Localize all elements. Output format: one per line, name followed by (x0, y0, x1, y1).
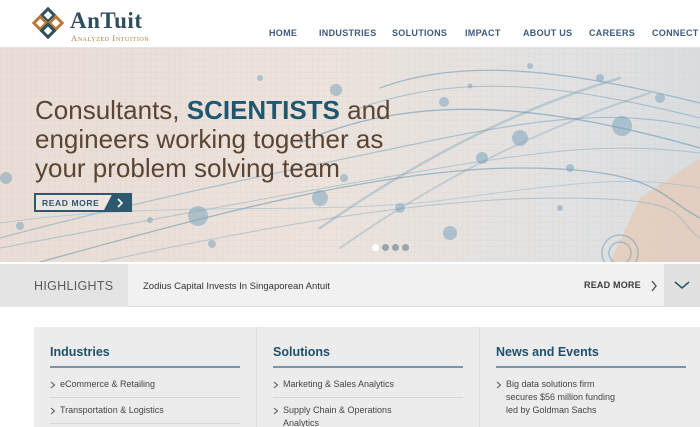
hero-headline: Consultants, SCIENTISTS and engineers wo… (35, 96, 455, 183)
solutions-item[interactable]: Marketing & Sales Analytics (273, 378, 463, 391)
hero-line-3: your problem solving team (35, 153, 340, 183)
nav-careers[interactable]: CAREERS (589, 28, 635, 38)
hero-accent-word: SCIENTISTS (186, 95, 340, 125)
news-item[interactable]: Big data solutions firm secures $56 mill… (496, 378, 686, 417)
solutions-column: Solutions Marketing & Sales Analytics Su… (257, 327, 479, 427)
news-rule (496, 366, 686, 368)
hero-read-more-button[interactable]: READ MORE (34, 193, 132, 212)
item-separator (50, 397, 240, 398)
chevron-right-icon (50, 407, 56, 415)
item-separator (273, 397, 463, 398)
slider-dot-4[interactable] (402, 244, 409, 251)
slider-dot-3[interactable] (392, 244, 399, 251)
highlights-read-more-link[interactable]: READ MORE (584, 280, 641, 290)
news-title: News and Events (496, 345, 599, 359)
highlights-label-box: HIGHLIGHTS (0, 264, 128, 307)
solutions-item[interactable]: Supply Chain & Operations Analytics (273, 404, 463, 427)
nav-solutions[interactable]: SOLUTIONS (392, 28, 447, 38)
highlights-label: HIGHLIGHTS (34, 279, 114, 293)
nav-connect[interactable]: CONNECT (652, 28, 699, 38)
page: AnTuit Analyzed Intuition HOME INDUSTRIE… (0, 0, 700, 427)
hero-slider: Consultants, SCIENTISTS and engineers wo… (0, 48, 700, 262)
industries-title: Industries (50, 345, 110, 359)
nav-impact[interactable]: IMPACT (465, 28, 501, 38)
footer-columns: Industries eCommerce & Retailing Transpo… (34, 327, 700, 427)
chevron-right-icon (104, 195, 130, 210)
industries-column: Industries eCommerce & Retailing Transpo… (34, 327, 256, 427)
slider-dot-2[interactable] (382, 244, 389, 251)
chevron-right-icon (273, 381, 279, 389)
chevron-right-icon[interactable] (650, 279, 658, 297)
hero-read-more-label: READ MORE (42, 198, 100, 208)
highlights-headline[interactable]: Zodius Capital Invests In Singaporean An… (143, 281, 330, 292)
news-column: News and Events Big data solutions firm … (480, 327, 700, 427)
chevron-right-icon (496, 381, 502, 389)
industries-item[interactable]: Transportation & Logistics (50, 404, 240, 417)
nav-industries[interactable]: INDUSTRIES (319, 28, 377, 38)
solutions-title: Solutions (273, 345, 330, 359)
site-header: AnTuit Analyzed Intuition HOME INDUSTRIE… (0, 0, 700, 48)
industries-rule (50, 366, 240, 368)
highlights-bar: HIGHLIGHTS Zodius Capital Invests In Sin… (0, 264, 700, 307)
highlights-expand-button[interactable] (664, 264, 700, 307)
hero-line-1: Consultants, SCIENTISTS and (35, 95, 391, 125)
chevron-down-icon (674, 281, 690, 290)
chevron-right-icon (273, 407, 279, 415)
industries-item[interactable]: eCommerce & Retailing (50, 378, 240, 391)
hero-line-2: engineers working together as (35, 124, 384, 154)
item-separator (50, 423, 240, 424)
chevron-right-icon (50, 381, 56, 389)
nav-about-us[interactable]: ABOUT US (523, 28, 572, 38)
main-nav: HOME INDUSTRIES SOLUTIONS IMPACT ABOUT U… (0, 28, 700, 40)
solutions-rule (273, 366, 463, 368)
slider-dot-1[interactable] (372, 244, 379, 251)
nav-home[interactable]: HOME (269, 28, 297, 38)
